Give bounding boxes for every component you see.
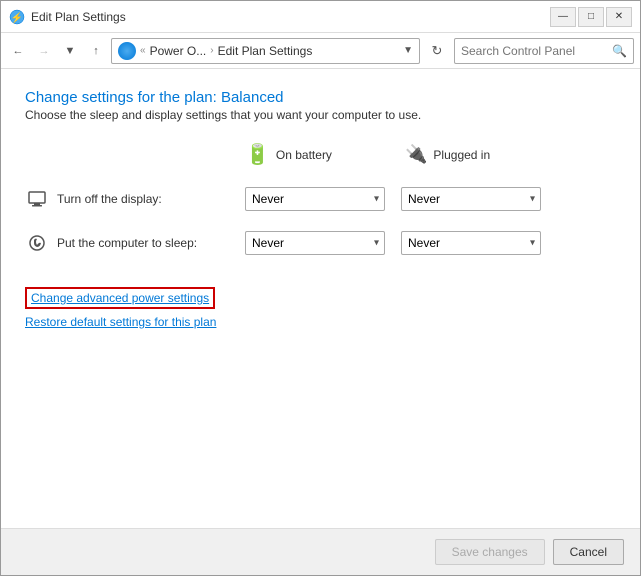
close-button[interactable]: ✕ (606, 7, 632, 27)
title-bar: ⚡ Edit Plan Settings — □ ✕ (1, 1, 640, 33)
maximize-button[interactable]: □ (578, 7, 604, 27)
sleep-icon (25, 233, 49, 253)
title-bar-icon: ⚡ (9, 9, 25, 25)
minimize-button[interactable]: — (550, 7, 576, 27)
up-button[interactable]: ↑ (85, 40, 107, 62)
plugged-column-header: 🔌 Plugged in (405, 144, 565, 165)
advanced-power-settings-link[interactable]: Change advanced power settings (25, 287, 215, 309)
display-row: Turn off the display: Never 1 minute 5 m… (25, 187, 616, 211)
search-icon[interactable]: 🔍 (612, 44, 627, 58)
address-bar: ← → ▼ ↑ « Power O... › Edit Plan Setting… (1, 33, 640, 69)
dropdown-history-button[interactable]: ▼ (59, 40, 81, 62)
column-headers: 🔋 On battery 🔌 Plugged in (25, 142, 616, 167)
display-battery-select-wrapper[interactable]: Never 1 minute 5 minutes 10 minutes 15 m… (245, 187, 385, 211)
battery-column-header: 🔋 On battery (245, 142, 405, 167)
cancel-button[interactable]: Cancel (553, 539, 624, 565)
back-button[interactable]: ← (7, 40, 29, 62)
sleep-battery-select-wrapper[interactable]: Never 1 minute 5 minutes 10 minutes 15 m… (245, 231, 385, 255)
sleep-plugged-select-wrapper[interactable]: Never 1 minute 5 minutes 10 minutes 15 m… (401, 231, 541, 255)
battery-label: On battery (276, 148, 332, 162)
window-controls: — □ ✕ (550, 7, 632, 27)
sleep-label: Put the computer to sleep: (57, 236, 245, 250)
main-window: ⚡ Edit Plan Settings — □ ✕ ← → ▼ ↑ « Pow… (0, 0, 641, 576)
save-button[interactable]: Save changes (435, 539, 545, 565)
sleep-plugged-select[interactable]: Never 1 minute 5 minutes 10 minutes 15 m… (401, 231, 541, 255)
plan-heading: Change settings for the plan: Balanced (25, 89, 616, 106)
display-battery-select[interactable]: Never 1 minute 5 minutes 10 minutes 15 m… (245, 187, 385, 211)
svg-text:⚡: ⚡ (11, 11, 23, 24)
plugged-label: Plugged in (433, 148, 490, 162)
forward-button[interactable]: → (33, 40, 55, 62)
address-dropdown-button[interactable]: ▼ (403, 45, 413, 56)
refresh-button[interactable]: ↻ (424, 38, 450, 64)
sleep-battery-select[interactable]: Never 1 minute 5 minutes 10 minutes 15 m… (245, 231, 385, 255)
display-plugged-select-wrapper[interactable]: Never 1 minute 5 minutes 10 minutes 15 m… (401, 187, 541, 211)
display-label: Turn off the display: (57, 192, 245, 206)
links-section: Change advanced power settings Restore d… (25, 287, 616, 329)
bottom-bar: Save changes Cancel (1, 528, 640, 575)
main-content: Change settings for the plan: Balanced C… (1, 69, 640, 528)
page-heading: Change settings for the plan: Balanced C… (25, 89, 616, 132)
search-box[interactable]: 🔍 (454, 38, 634, 64)
globe-icon (118, 42, 136, 60)
search-input[interactable] (461, 44, 612, 58)
plan-subtitle: Choose the sleep and display settings th… (25, 108, 616, 122)
display-plugged-select[interactable]: Never 1 minute 5 minutes 10 minutes 15 m… (401, 187, 541, 211)
restore-defaults-link[interactable]: Restore default settings for this plan (25, 315, 616, 329)
sleep-row: Put the computer to sleep: Never 1 minut… (25, 231, 616, 255)
display-icon (25, 189, 49, 209)
window-title: Edit Plan Settings (31, 10, 550, 24)
battery-icon: 🔋 (245, 142, 270, 167)
address-box[interactable]: « Power O... › Edit Plan Settings ▼ (111, 38, 420, 64)
breadcrumb: « Power O... › Edit Plan Settings (118, 42, 312, 60)
plugin-icon: 🔌 (405, 144, 427, 165)
